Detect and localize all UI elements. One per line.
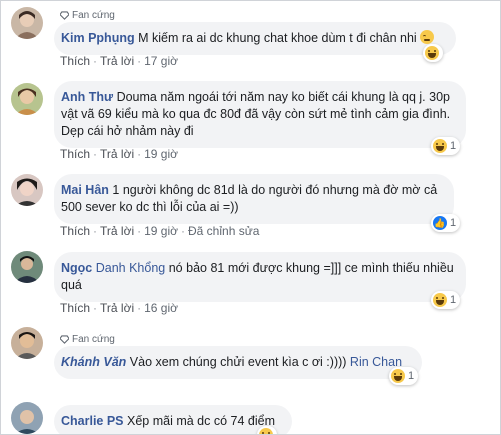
haha-icon	[391, 369, 405, 383]
comment-text: Douma năm ngoái tới năm nay ko biết cái …	[61, 90, 451, 138]
reaction-number: 1	[450, 217, 457, 229]
comment-bubble: Anh Thư Douma năm ngoái tới năm nay ko b…	[54, 81, 466, 148]
like-link[interactable]: Thích	[60, 54, 90, 68]
reaction-count[interactable]: 1	[431, 137, 461, 155]
reaction-count[interactable]: 👍 1	[431, 214, 461, 232]
commenter-name[interactable]: Mai Hân	[61, 183, 109, 197]
comment-bubble: Charlie PS Xếp mãi mà dc có 74 điểm	[54, 405, 292, 434]
timestamp[interactable]: 19 giờ	[144, 147, 178, 161]
reply-link[interactable]: Trả lời	[100, 224, 134, 238]
comment-actions: Thích · Trả lời · 16 giờ	[60, 301, 178, 315]
diamond-icon	[60, 335, 69, 344]
comment-text: M kiếm ra ai dc khung chat khoe dùm t đi…	[138, 31, 417, 45]
fan-badge-label: Fan cứng	[72, 10, 115, 21]
reaction-count[interactable]	[423, 44, 443, 62]
reaction-number: 1	[408, 370, 415, 382]
like-link[interactable]: Thích	[60, 301, 90, 315]
avatar[interactable]	[11, 327, 43, 359]
commenter-name[interactable]: Charlie PS	[61, 414, 124, 428]
timestamp[interactable]: 19 giờ	[144, 224, 178, 238]
avatar[interactable]	[11, 174, 43, 206]
comment-bubble: Kim Pphụng M kiếm ra ai dc khung chat kh…	[54, 22, 456, 55]
reaction-number: 1	[450, 294, 457, 306]
commenter-name[interactable]: Anh Thư	[61, 90, 113, 104]
haha-icon	[259, 428, 273, 434]
commenter-name[interactable]: Kim Pphụng	[61, 31, 135, 45]
haha-icon	[425, 46, 439, 60]
comment-actions: Thích · Trả lời · 19 giờ	[60, 147, 178, 161]
reaction-count[interactable]	[257, 426, 277, 434]
commenter-name[interactable]: Ngọc	[61, 261, 92, 275]
reaction-count[interactable]: 1	[431, 291, 461, 309]
diamond-icon	[60, 11, 69, 20]
timestamp[interactable]: 17 giờ	[144, 54, 178, 68]
reply-link[interactable]: Trả lời	[100, 301, 134, 315]
timestamp[interactable]: 16 giờ	[144, 301, 178, 315]
tagged-name[interactable]: Danh Khổng	[96, 261, 166, 275]
haha-icon	[433, 293, 447, 307]
comments-panel: Fan cứng Kim Pphụng M kiếm ra ai dc khun…	[0, 0, 501, 435]
fan-badge: Fan cứng	[60, 10, 115, 21]
thumbs-up-icon: 👍	[433, 216, 447, 230]
comment-text: Xếp mãi mà dc có 74 điểm	[127, 414, 276, 428]
comment-bubble: Ngọc Danh Khổng nó bảo 81 mới được khung…	[54, 252, 466, 302]
avatar[interactable]	[11, 402, 43, 434]
comment-actions: Thích · Trả lời · 17 giờ	[60, 54, 178, 68]
reply-link[interactable]: Trả lời	[100, 54, 134, 68]
like-link[interactable]: Thích	[60, 147, 90, 161]
commenter-name[interactable]: Khánh Văn	[61, 355, 126, 369]
comment-text: Vào xem chúng chửi event kìa c ơi :))))	[129, 355, 347, 369]
comment-bubble: Mai Hân 1 người không dc 81d là do người…	[54, 174, 454, 224]
comment-actions: Thích · Trả lời · 19 giờ · Đã chỉnh sửa	[60, 224, 260, 238]
edited-label[interactable]: Đã chỉnh sửa	[188, 224, 259, 238]
fan-badge-label: Fan cứng	[72, 334, 115, 345]
reply-link[interactable]: Trả lời	[100, 147, 134, 161]
avatar[interactable]	[11, 7, 43, 39]
avatar[interactable]	[11, 251, 43, 283]
avatar[interactable]	[11, 83, 43, 115]
reaction-number: 1	[450, 140, 457, 152]
comment-bubble: Khánh Văn Vào xem chúng chửi event kìa c…	[54, 346, 422, 379]
fan-badge: Fan cứng	[60, 334, 115, 345]
grin-emoji-icon	[420, 30, 435, 44]
haha-icon	[433, 139, 447, 153]
comment-text: 1 người không dc 81d là do người đó nhưn…	[61, 183, 438, 214]
reaction-count[interactable]: 1	[389, 367, 419, 385]
like-link[interactable]: Thích	[60, 224, 90, 238]
